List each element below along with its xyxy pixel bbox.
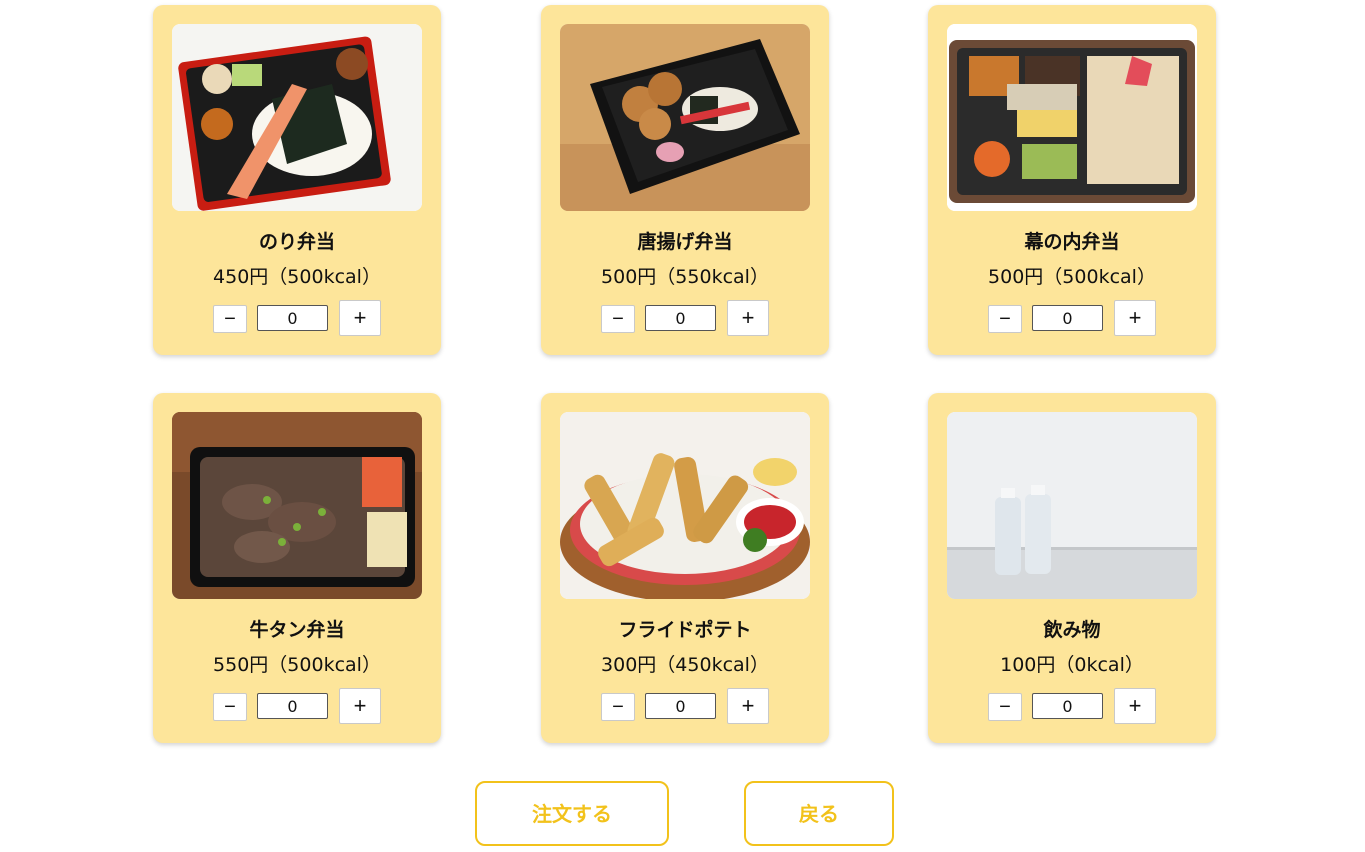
quantity-field[interactable] (257, 305, 328, 331)
decrease-quantity-button[interactable]: − (988, 305, 1022, 333)
order-button[interactable]: 注文する (475, 781, 669, 846)
item-name: フライドポテト (618, 619, 752, 641)
increase-quantity-button[interactable]: + (1114, 300, 1156, 336)
nori-bento-photo (172, 24, 422, 211)
item-price: 500円（550kcal） (601, 266, 769, 288)
decrease-quantity-button[interactable]: − (213, 693, 247, 721)
item-name: のり弁当 (258, 231, 335, 253)
back-button[interactable]: 戻る (744, 781, 894, 846)
menu-card-nori-bento: のり弁当 450円（500kcal） − + (153, 5, 441, 355)
item-price: 300円（450kcal） (601, 654, 769, 676)
decrease-quantity-button[interactable]: − (213, 305, 247, 333)
makunouchi-bento-photo (947, 24, 1197, 211)
increase-quantity-button[interactable]: + (727, 688, 769, 724)
menu-card-makunouchi-bento: 幕の内弁当 500円（500kcal） − + (928, 5, 1216, 355)
quantity-field[interactable] (257, 693, 328, 719)
decrease-quantity-button[interactable]: − (988, 693, 1022, 721)
item-price: 500円（500kcal） (988, 266, 1156, 288)
item-name: 牛タン弁当 (249, 619, 345, 641)
quantity-field[interactable] (1032, 693, 1103, 719)
decrease-quantity-button[interactable]: − (601, 693, 635, 721)
quantity-field[interactable] (645, 305, 716, 331)
item-price: 450円（500kcal） (213, 266, 381, 288)
french-fries-photo (560, 412, 810, 599)
quantity-field[interactable] (1032, 305, 1103, 331)
item-name: 幕の内弁当 (1024, 231, 1120, 253)
menu-card-karaage-bento: 唐揚げ弁当 500円（550kcal） − + (541, 5, 829, 355)
decrease-quantity-button[interactable]: − (601, 305, 635, 333)
menu-card-gyutan-bento: 牛タン弁当 550円（500kcal） − + (153, 393, 441, 743)
item-price: 100円（0kcal） (1000, 654, 1144, 676)
increase-quantity-button[interactable]: + (727, 300, 769, 336)
karaage-bento-photo (560, 24, 810, 211)
increase-quantity-button[interactable]: + (339, 300, 381, 336)
increase-quantity-button[interactable]: + (339, 688, 381, 724)
item-price: 550円（500kcal） (213, 654, 381, 676)
gyutan-bento-photo (172, 412, 422, 599)
quantity-field[interactable] (645, 693, 716, 719)
increase-quantity-button[interactable]: + (1114, 688, 1156, 724)
menu-grid: のり弁当 450円（500kcal） − + 唐揚げ弁当 500円（550kca… (0, 0, 1365, 852)
item-name: 唐揚げ弁当 (637, 231, 733, 253)
water-bottles-photo (947, 412, 1197, 599)
item-name: 飲み物 (1043, 619, 1101, 641)
menu-card-drinks: 飲み物 100円（0kcal） − + (928, 393, 1216, 743)
menu-card-french-fries: フライドポテト 300円（450kcal） − + (541, 393, 829, 743)
